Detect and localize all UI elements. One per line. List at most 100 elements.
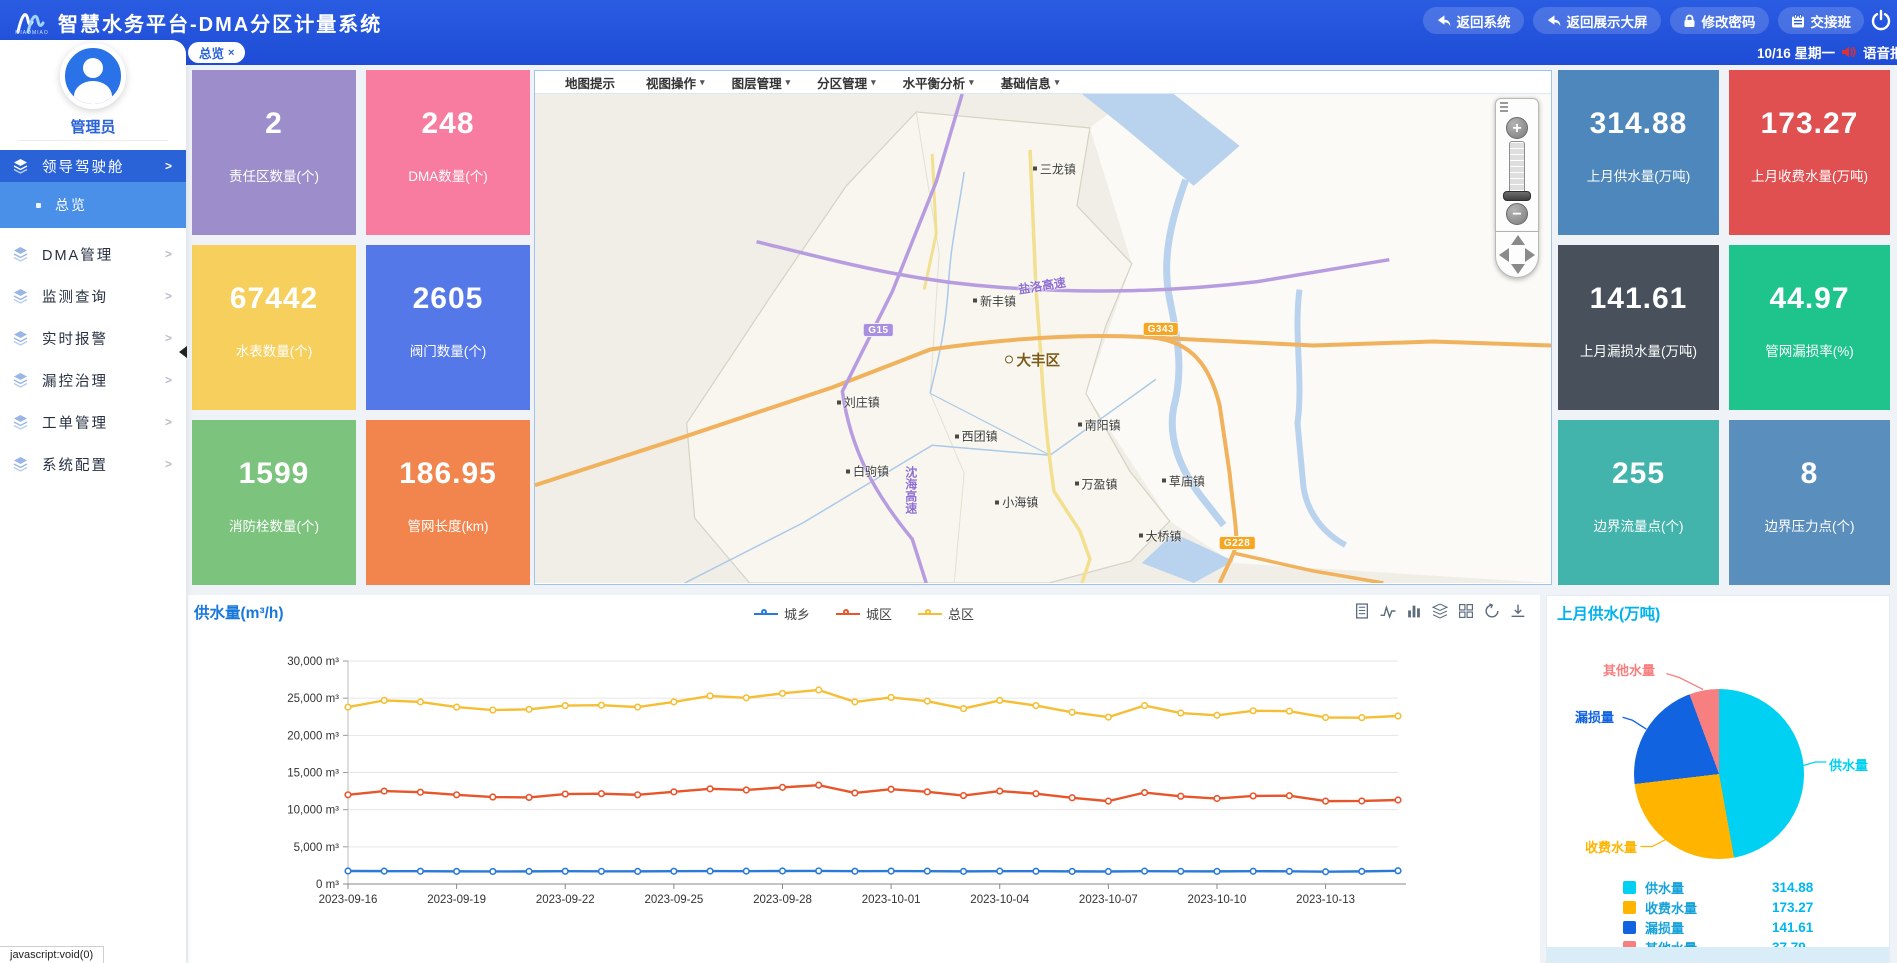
road-badge: G343 xyxy=(1143,322,1179,336)
map-toolbar-zone-mgmt[interactable]: 分区管理▾ xyxy=(817,73,876,92)
pan-down-arrow[interactable] xyxy=(1511,264,1525,274)
line-chart-legend: 城乡 城区 总区 xyxy=(188,604,1540,623)
town-marker-icon xyxy=(1139,534,1143,538)
chevron-down-icon: ▾ xyxy=(786,77,791,88)
map-town-label: 南阳镇 xyxy=(1078,416,1121,433)
sidebar-item-monitor-query[interactable]: 监测查询 > xyxy=(0,280,186,312)
pie-legend-row-leak[interactable]: 漏损量 141.61 xyxy=(1623,920,1868,935)
svg-text:20,000 m³: 20,000 m³ xyxy=(287,730,339,742)
stat-card-last-month-leak: 141.61 上月漏损水量(万吨) xyxy=(1558,245,1719,410)
map-canvas[interactable]: 三龙镇新丰镇大丰区刘庄镇西团镇南阳镇白驹镇万盈镇草庙镇小海镇大桥镇G15G343… xyxy=(535,94,1551,583)
sidebar-item-system-config[interactable]: 系统配置 > xyxy=(0,448,186,480)
town-marker-icon xyxy=(837,400,841,404)
stat-card-dma-count: 248 DMA数量(个) xyxy=(366,70,530,235)
chevron-down-icon: ▾ xyxy=(700,77,705,88)
sidebar-collapse-arrow[interactable] xyxy=(179,346,187,358)
sidebar-item-cockpit[interactable]: 领导驾驶舱 > xyxy=(0,150,186,182)
pan-left-arrow[interactable] xyxy=(1499,248,1509,262)
status-bar: javascript:void(0) xyxy=(0,946,104,963)
map-toolbar-basic-info[interactable]: 基础信息▾ xyxy=(1001,73,1060,92)
data-view-icon[interactable] xyxy=(1354,603,1370,619)
switch-line-chart-icon[interactable] xyxy=(1380,603,1396,619)
drag-grip-icon[interactable] xyxy=(1500,102,1508,114)
svg-text:2023-09-25: 2023-09-25 xyxy=(644,894,703,906)
sidebar-item-dma[interactable]: DMA管理 > xyxy=(0,238,186,270)
back-arrow-icon xyxy=(1436,14,1451,28)
date-and-voice-alarm: 10/16 星期一 语音报警 xyxy=(1757,42,1897,62)
lock-icon xyxy=(1683,14,1696,28)
road-name-label: 沈海高速 xyxy=(903,466,920,514)
shift-handover-button[interactable]: 交接班 xyxy=(1778,7,1865,34)
pie-chart-title: 上月供水(万吨) xyxy=(1557,602,1660,624)
town-marker-icon xyxy=(1162,479,1166,483)
map-town-label: 三龙镇 xyxy=(1033,160,1076,177)
town-marker-icon xyxy=(1033,167,1037,171)
svg-text:2023-10-10: 2023-10-10 xyxy=(1188,894,1247,906)
avatar[interactable] xyxy=(60,43,126,109)
pan-up-arrow[interactable] xyxy=(1511,235,1525,245)
pie-label-leak: 漏损量 xyxy=(1575,707,1614,726)
sidebar-divider xyxy=(18,140,168,141)
town-marker-icon xyxy=(995,500,999,504)
back-to-system-button[interactable]: 返回系统 xyxy=(1423,7,1524,34)
sidebar-menu: 领导驾驶舱 > 总览 DMA管理 > 监测查询 > xyxy=(0,150,186,480)
line-legend-item[interactable]: 城区 xyxy=(836,604,892,623)
power-button[interactable] xyxy=(1869,9,1893,33)
map-town-label: 万盈镇 xyxy=(1075,475,1118,492)
pie-legend-row-supply[interactable]: 供水量 314.88 xyxy=(1623,880,1868,895)
chevron-down-icon: ▾ xyxy=(1055,77,1060,88)
chevron-right-icon: > xyxy=(165,247,174,261)
header-buttons: 返回系统 返回展示大屏 修改密码 交接班 xyxy=(1423,7,1865,34)
chevron-right-icon: > xyxy=(165,457,174,471)
city-marker-icon xyxy=(1005,356,1013,364)
app-title: 智慧水务平台-DMA分区计量系统 xyxy=(58,8,382,37)
road-badge: G15 xyxy=(863,323,893,337)
right-stats-grid: 314.88 上月供水量(万吨) 173.27 上月收费水量(万吨) 141.6… xyxy=(1558,70,1890,585)
map-town-label: 西团镇 xyxy=(955,428,998,445)
tab-overview[interactable]: 总览 × xyxy=(188,42,245,63)
stack-icon[interactable] xyxy=(1432,603,1448,619)
zoom-out-button[interactable]: − xyxy=(1506,203,1528,225)
sidebar-item-work-order[interactable]: 工单管理 > xyxy=(0,406,186,438)
svg-text:30,000 m³: 30,000 m³ xyxy=(287,656,339,668)
pie-label-billed: 收费水量 xyxy=(1585,837,1637,856)
stat-card-valve-count: 2605 阀门数量(个) xyxy=(366,245,530,410)
switch-bar-chart-icon[interactable] xyxy=(1406,603,1422,619)
tab-close-icon[interactable]: × xyxy=(228,47,234,59)
speaker-icon xyxy=(1841,45,1857,59)
zoom-slider-handle[interactable] xyxy=(1503,191,1531,201)
svg-text:5,000 m³: 5,000 m³ xyxy=(294,842,340,854)
line-legend-item[interactable]: 城乡 xyxy=(754,604,810,623)
stat-card-last-month-supply: 314.88 上月供水量(万吨) xyxy=(1558,70,1719,235)
chevron-down-icon: ▾ xyxy=(871,77,876,88)
line-legend-item[interactable]: 总区 xyxy=(918,604,974,623)
pan-right-arrow[interactable] xyxy=(1525,248,1535,262)
layers-icon xyxy=(12,288,29,305)
supply-line-chart[interactable]: 0 m³5,000 m³10,000 m³15,000 m³20,000 m³2… xyxy=(188,635,1540,963)
back-to-big-screen-button[interactable]: 返回展示大屏 xyxy=(1533,7,1661,34)
town-marker-icon xyxy=(1078,423,1082,427)
last-month-supply-pie[interactable] xyxy=(1634,689,1804,859)
map-town-label: 大丰区 xyxy=(1005,349,1060,370)
pie-legend-row-billed[interactable]: 收费水量 173.27 xyxy=(1623,900,1868,915)
change-password-button[interactable]: 修改密码 xyxy=(1670,7,1769,34)
restore-icon[interactable] xyxy=(1484,603,1500,619)
sidebar-item-realtime-alarm[interactable]: 实时报警 > xyxy=(0,322,186,354)
map-toolbar-map-tips[interactable]: 地图提示 xyxy=(565,73,619,92)
chart-toolbox xyxy=(1354,603,1526,619)
map-toolbar-water-balance[interactable]: 水平衡分析▾ xyxy=(903,73,974,92)
zoom-slider-panel: + − xyxy=(1495,98,1539,232)
sidebar-subitem-overview[interactable]: 总览 xyxy=(0,182,186,228)
map-town-label: 草庙镇 xyxy=(1162,472,1205,489)
map-toolbar-layer-mgmt[interactable]: 图层管理▾ xyxy=(732,73,791,92)
svg-text:15,000 m³: 15,000 m³ xyxy=(287,768,339,780)
zoom-in-button[interactable]: + xyxy=(1506,117,1528,139)
save-image-icon[interactable] xyxy=(1510,603,1526,619)
map-toolbar-view-ops[interactable]: 视图操作▾ xyxy=(646,73,705,92)
tiled-icon[interactable] xyxy=(1458,603,1474,619)
pie-label-supply: 供水量 xyxy=(1829,755,1868,774)
avatar-shoulders xyxy=(74,81,112,109)
voice-alarm-label[interactable]: 语音报警 xyxy=(1863,42,1897,62)
svg-text:10,000 m³: 10,000 m³ xyxy=(287,805,339,817)
sidebar-item-leak-control[interactable]: 漏控治理 > xyxy=(0,364,186,396)
